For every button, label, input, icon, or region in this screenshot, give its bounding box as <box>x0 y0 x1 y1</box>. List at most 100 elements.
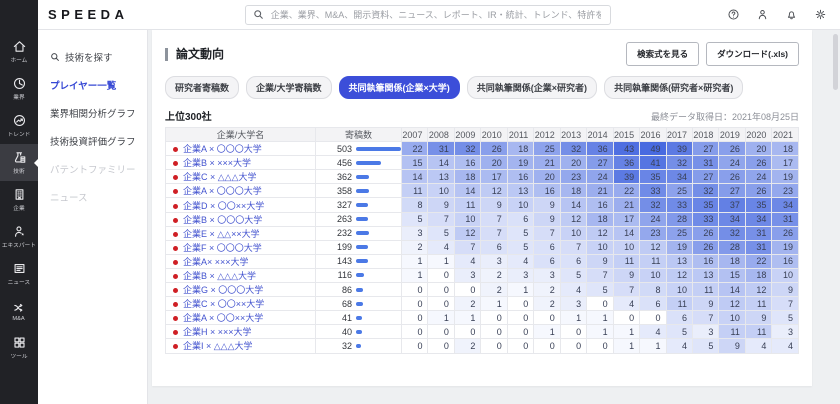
pair-name-link[interactable]: 企業C × △△△大学 <box>183 172 257 182</box>
pair-name-link[interactable]: 企業E × △△××大学 <box>183 229 260 239</box>
heatmap-cell: 19 <box>507 156 533 170</box>
gear-icon[interactable] <box>814 8 827 21</box>
heatmap-cell: 9 <box>772 283 799 297</box>
subnav-search-technology[interactable]: 技術を探す <box>50 43 147 71</box>
heatmap-cell: 5 <box>428 226 454 240</box>
tab-coauthor-company-university[interactable]: 共同執筆関係(企業×大学) <box>339 76 460 99</box>
sidebar-item-label: M&A <box>13 316 25 322</box>
heatmap-cell: 27 <box>692 170 718 184</box>
pair-name-link[interactable]: 企業C × 〇〇××大学 <box>183 299 264 309</box>
heatmap-cell: 5 <box>402 212 428 226</box>
heatmap-cell: 0 <box>507 297 533 311</box>
vertical-scrollbar[interactable] <box>833 34 838 90</box>
news-icon <box>12 261 27 276</box>
last-data-date: 最終データ取得日：2021年08月25日 <box>651 110 799 123</box>
pair-name-link[interactable]: 企業G × 〇〇〇大学 <box>183 285 263 295</box>
heatmap-cell: 14 <box>428 156 454 170</box>
bell-icon[interactable] <box>785 8 798 21</box>
subnav-item-tech-investment[interactable]: 技術投資評価グラフ <box>50 127 147 155</box>
heatmap-cell: 33 <box>666 198 692 212</box>
heatmap-cell: 27 <box>587 156 613 170</box>
year-column-header: 2012 <box>534 128 560 142</box>
pair-name-link[interactable]: 企業H × ×××大学 <box>183 327 252 337</box>
sidebar-item-trend[interactable]: トレンド <box>0 107 38 144</box>
pair-name-link[interactable]: 企業A× ×××大学 <box>183 257 249 267</box>
help-icon[interactable] <box>727 8 740 21</box>
heatmap-cell: 19 <box>772 240 799 254</box>
expert-icon <box>12 224 27 239</box>
heatmap-cell: 12 <box>481 184 507 198</box>
count-bar <box>356 161 381 165</box>
search-input[interactable] <box>269 9 603 21</box>
heatmap-cell: 9 <box>428 198 454 212</box>
pair-name-link[interactable]: 企業D × 〇〇××大学 <box>183 201 264 211</box>
heatmap-cell: 3 <box>772 325 799 339</box>
tab-coauthor-researcher-researcher[interactable]: 共同執筆関係(研究者×研究者) <box>604 76 743 99</box>
heatmap-cell: 2 <box>481 283 507 297</box>
heatmap-cell: 10 <box>640 268 666 282</box>
pair-name-link[interactable]: 企業I × △△△大学 <box>183 341 253 351</box>
view-search-expression-button[interactable]: 検索式を見る <box>626 42 699 66</box>
pair-name-cell: 企業A× ×××大学 <box>166 254 316 268</box>
sidebar-item-tools[interactable]: ツール <box>0 329 38 366</box>
table-row: 企業H × ×××大学4000000101145311113 <box>166 325 799 339</box>
technology-icon <box>12 150 27 165</box>
heatmap-cell: 26 <box>692 240 718 254</box>
pair-name-link[interactable]: 企業B × ×××大学 <box>183 158 251 168</box>
heatmap-cell: 0 <box>454 325 480 339</box>
heatmap-cell: 0 <box>402 283 428 297</box>
sidebar-item-home[interactable]: ホーム <box>0 33 38 70</box>
global-search[interactable] <box>245 5 611 25</box>
count-cell: 32 <box>316 339 402 353</box>
count-value: 263 <box>316 214 352 224</box>
heatmap-cell: 20 <box>534 170 560 184</box>
pair-name-link[interactable]: 企業B × △△△大学 <box>183 271 256 281</box>
count-value: 362 <box>316 172 352 182</box>
tab-company-university-contributions[interactable]: 企業/大学寄稿数 <box>246 76 332 99</box>
speeda-logo: SPEEDA <box>48 7 128 22</box>
heatmap-cell: 24 <box>745 170 771 184</box>
count-value: 327 <box>316 200 352 210</box>
heatmap-cell: 32 <box>560 142 586 156</box>
pair-name-link[interactable]: 企業A × 〇〇〇大学 <box>183 144 262 154</box>
user-icon[interactable] <box>756 8 769 21</box>
heatmap-cell: 34 <box>772 198 799 212</box>
pair-name-link[interactable]: 企業B × 〇〇〇大学 <box>183 215 262 225</box>
heatmap-cell: 1 <box>402 254 428 268</box>
red-dot-icon <box>173 147 178 152</box>
heatmap-cell: 24 <box>640 212 666 226</box>
sidebar-item-technology[interactable]: 技術 <box>0 144 38 181</box>
heatmap-cell: 3 <box>454 268 480 282</box>
heatmap-cell: 11 <box>692 283 718 297</box>
pair-name-cell: 企業C × 〇〇××大学 <box>166 297 316 311</box>
heatmap-cell: 35 <box>692 198 718 212</box>
subnav-item-player-list[interactable]: プレイヤー一覧 <box>50 71 147 99</box>
heatmap-cell: 0 <box>507 311 533 325</box>
sidebar-item-company[interactable]: 企業 <box>0 181 38 218</box>
heatmap-cell: 33 <box>640 184 666 198</box>
tab-coauthor-company-researcher[interactable]: 共同執筆関係(企業×研究者) <box>467 76 597 99</box>
sidebar-item-news[interactable]: ニュース <box>0 255 38 292</box>
sidebar-item-industry[interactable]: 業界 <box>0 70 38 107</box>
subnav-item-industry-correlation[interactable]: 業界相関分析グラフ <box>50 99 147 127</box>
sidebar-item-expert[interactable]: エキスパート <box>0 218 38 255</box>
pair-name-link[interactable]: 企業A × 〇〇××大学 <box>183 313 263 323</box>
tab-researcher-contributions[interactable]: 研究者寄稿数 <box>165 76 239 99</box>
heatmap-cell: 2 <box>481 268 507 282</box>
app-root: ホーム 業界 トレンド 技術 企業 エキスパート ニュース M&A <box>0 0 840 404</box>
pair-name-link[interactable]: 企業F × 〇〇〇大学 <box>183 243 262 253</box>
heatmap-cell: 25 <box>534 142 560 156</box>
heatmap-cell: 0 <box>454 283 480 297</box>
heatmap-cell: 0 <box>428 325 454 339</box>
count-cell: 41 <box>316 311 402 325</box>
year-column-header: 2020 <box>745 128 771 142</box>
table-row: 企業G × 〇〇〇大学860002124578101114129 <box>166 283 799 297</box>
heatmap-cell: 0 <box>428 283 454 297</box>
sidebar-item-label: ホーム <box>11 55 28 64</box>
sidebar-item-ma[interactable]: M&A <box>0 292 38 329</box>
download-xls-button[interactable]: ダウンロード(.xls) <box>706 42 799 66</box>
pair-name-link[interactable]: 企業A × 〇〇〇大学 <box>183 186 262 196</box>
heatmap-cell: 34 <box>719 212 745 226</box>
count-bar <box>356 231 369 235</box>
pair-name-cell: 企業A × 〇〇〇大学 <box>166 142 316 156</box>
